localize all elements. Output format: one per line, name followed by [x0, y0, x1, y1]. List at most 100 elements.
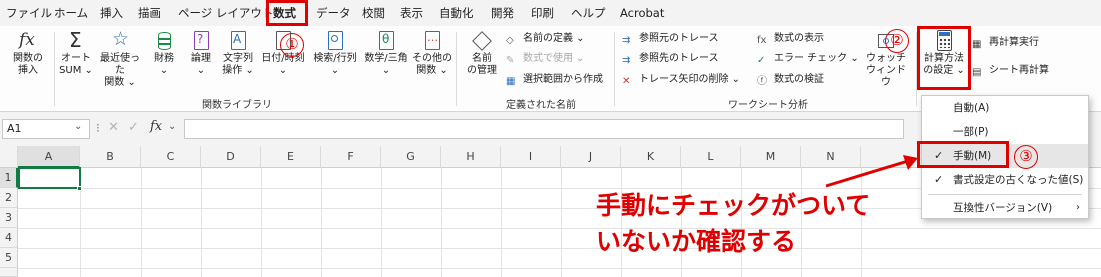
active-cell-A1[interactable] [18, 167, 81, 189]
step-2-marker: ② [885, 29, 909, 53]
remove-arrows-button[interactable]: ✕ トレース矢印の削除 ⌄ [622, 71, 740, 89]
highlight-formulas-tab [266, 0, 308, 26]
show-formulas-button[interactable]: fx 数式の表示 [757, 30, 824, 48]
annotation-arrow [825, 155, 918, 188]
gridline [441, 168, 442, 277]
tab-draw[interactable]: 描画 [138, 4, 161, 22]
trace-precedents-icon: ⇉ [622, 35, 631, 46]
trace-precedents-label: 参照元のトレース [639, 33, 719, 44]
highlight-calculation-options [917, 26, 971, 90]
fill-handle[interactable] [77, 186, 82, 191]
column-header[interactable]: G [381, 146, 441, 168]
autosum-button[interactable]: Σ オート SUM ⌄ [57, 28, 95, 77]
math-trig-button[interactable]: θ 数学/三角 ⌄ [362, 30, 410, 77]
tab-insert[interactable]: 挿入 [100, 4, 123, 22]
evaluate-formula-label: 数式の検証 [774, 74, 824, 85]
column-header[interactable]: L [681, 146, 741, 168]
row-header[interactable]: 5 [0, 248, 18, 268]
insert-function-fx-icon[interactable]: fx [150, 119, 162, 134]
create-from-selection-button[interactable]: ▦ 選択範囲から作成 [506, 71, 603, 89]
name-box-chevron-icon[interactable]: ⌄ [74, 121, 82, 132]
tab-automate[interactable]: 自動化 [439, 4, 474, 22]
column-header[interactable]: B [80, 146, 141, 168]
insert-function-button[interactable]: fx 関数の 挿入 [8, 30, 48, 77]
evaluate-formula-button[interactable]: ⓕ 数式の検証 [757, 71, 824, 89]
coins-icon [153, 30, 175, 52]
row-header[interactable]: 3 [0, 208, 18, 228]
text-functions-button[interactable]: A 文字列 操作 ⌄ [220, 30, 256, 77]
column-header[interactable]: F [321, 146, 381, 168]
defined-names-group-label: 定義された名前 [506, 100, 576, 111]
column-header[interactable]: I [501, 146, 561, 168]
name-manager-button[interactable]: 名前 の管理 [462, 30, 502, 77]
column-header[interactable]: K [621, 146, 681, 168]
calc-sheet-icon: ▤ [972, 67, 982, 78]
row-header[interactable]: 4 [0, 228, 18, 248]
logical-button[interactable]: ? 論理 ⌄ [184, 30, 218, 77]
gridline [18, 268, 1101, 269]
highlight-manual-item [917, 141, 1009, 168]
gridline [201, 168, 202, 277]
more-functions-button[interactable]: … その他の 関数 ⌄ [412, 30, 452, 77]
annotation-note-line-2: いないか確認する [596, 227, 797, 256]
trace-dependents-icon: ⇉ [622, 55, 631, 66]
tab-data[interactable]: データ [316, 4, 351, 22]
recently-used-button[interactable]: ☆ 最近使った 関数 ⌄ [96, 28, 144, 89]
tab-home[interactable]: ホーム [54, 4, 88, 22]
formula-small-icon: ✎ [506, 55, 515, 66]
tab-page-layout[interactable]: ページ レイアウト [178, 4, 273, 22]
cancel-icon[interactable]: ✕ [108, 120, 119, 135]
separator [614, 32, 615, 106]
tag-small-icon: ◇ [506, 35, 514, 46]
gridline [681, 168, 682, 277]
enter-check-icon[interactable]: ✓ [128, 120, 139, 135]
menu-item-label: 自動(A) [953, 102, 990, 114]
gridline [261, 168, 262, 277]
tag-icon [471, 30, 493, 52]
math-trig-label: 数学/三角 ⌄ [364, 53, 408, 76]
tab-help[interactable]: ヘルプ [571, 4, 606, 22]
tab-view[interactable]: 表示 [400, 4, 423, 22]
column-header[interactable]: C [141, 146, 201, 168]
menu-item-compatibility-version[interactable]: 互換性バージョン(V) › [922, 196, 1088, 220]
remove-arrows-label: トレース矢印の削除 ⌄ [639, 74, 741, 85]
formula-auditing-group-label: ワークシート分析 [728, 100, 808, 111]
tab-developer[interactable]: 開発 [491, 4, 514, 22]
recently-used-label: 最近使った 関数 ⌄ [100, 53, 140, 88]
gridline [18, 228, 1101, 229]
tab-acrobat[interactable]: Acrobat [620, 4, 664, 22]
tab-review[interactable]: 校閲 [362, 4, 385, 22]
error-checking-button[interactable]: ✓ エラー チェック ⌄ [757, 50, 859, 68]
magnifier-book-icon [324, 30, 346, 52]
trace-precedents-button[interactable]: ⇉ 参照元のトレース [622, 30, 719, 48]
fx-chevron-icon[interactable]: ⌄ [168, 121, 176, 132]
trace-dependents-button[interactable]: ⇉ 参照先のトレース [622, 50, 719, 68]
gridline [501, 168, 502, 277]
column-header[interactable]: H [441, 146, 501, 168]
insert-function-label: 関数の 挿入 [13, 53, 43, 76]
calculate-sheet-button[interactable]: ▤ シート再計算 [972, 62, 1049, 80]
tab-file[interactable]: ファイル [6, 4, 52, 22]
more-functions-label: その他の 関数 ⌄ [412, 53, 452, 76]
menu-item-automatic[interactable]: 自動(A) [922, 96, 1088, 120]
lookup-button[interactable]: 検索/行列 ⌄ [310, 30, 360, 77]
use-in-formula-button[interactable]: ✎ 数式で使用 ⌄ [506, 50, 585, 68]
row-header[interactable]: 2 [0, 188, 18, 208]
row-header[interactable]: 1 [0, 168, 18, 188]
financial-button[interactable]: 財務 ⌄ [146, 30, 182, 77]
column-header[interactable]: A [18, 146, 80, 168]
tab-print[interactable]: 印刷 [531, 4, 554, 22]
evaluate-formula-icon: ⓕ [757, 76, 767, 87]
select-all-corner[interactable] [0, 146, 18, 168]
column-header[interactable]: D [201, 146, 261, 168]
calculate-now-button[interactable]: ▦ 再計算実行 [972, 34, 1039, 52]
column-header[interactable]: M [741, 146, 801, 168]
formula-input[interactable] [184, 119, 904, 139]
table-small-icon: ▦ [506, 76, 516, 87]
column-header[interactable]: E [261, 146, 321, 168]
define-name-button[interactable]: ◇ 名前の定義 ⌄ [506, 30, 585, 48]
menu-item-format-stale-values[interactable]: ✓ 書式設定の古くなった値(S) [922, 168, 1088, 192]
show-formulas-label: 数式の表示 [774, 33, 824, 44]
menu-item-label: 互換性バージョン(V) [953, 202, 1053, 214]
column-header[interactable]: J [561, 146, 621, 168]
